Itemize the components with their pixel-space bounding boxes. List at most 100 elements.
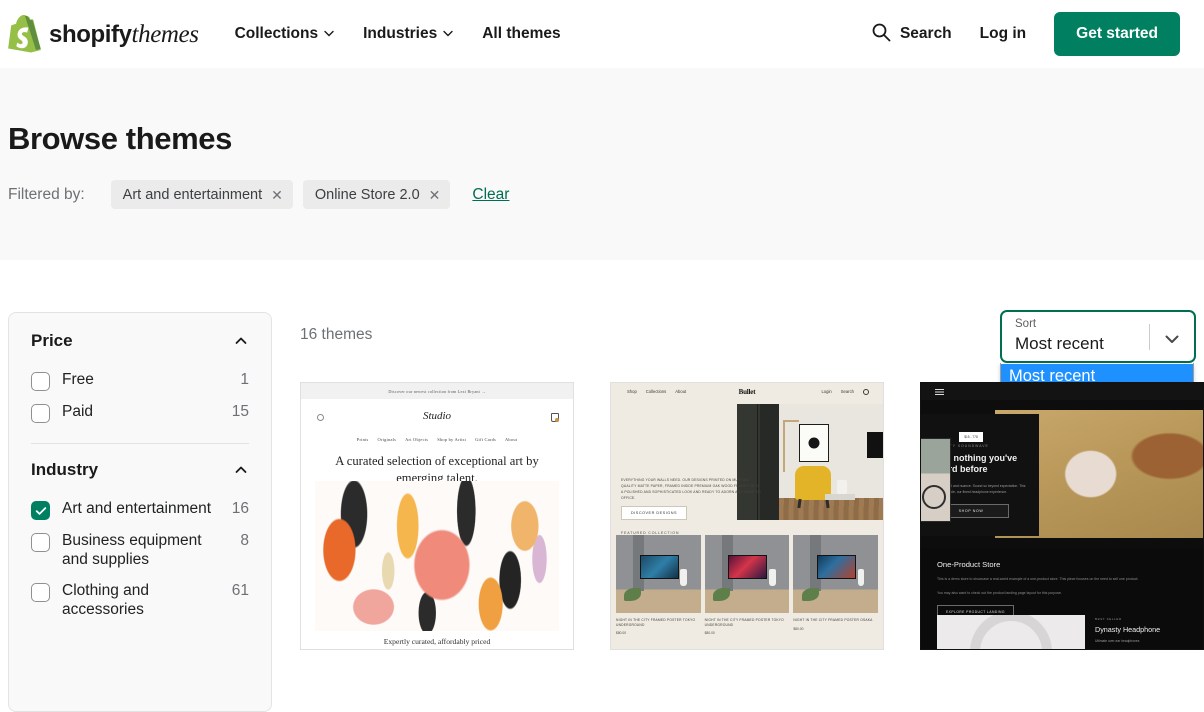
nav-label: All themes [482,25,561,42]
theme-card-art-gallery[interactable]: Discover our newest collection from Lexi… [300,382,574,650]
preview-product-image [937,615,1085,649]
results-count: 16 themes [300,326,373,343]
preview-side-table [825,494,855,500]
preview-logo: Bullet [738,387,756,396]
checkbox-business-equipment-and-supplies[interactable] [31,533,50,552]
checkbox-art-and-entertainment[interactable] [31,501,50,520]
preview-wall-frame [799,424,829,462]
filter-chip-online-store-2-0[interactable]: Online Store 2.0 ✕ [302,180,451,209]
preview-floor [779,498,883,520]
preview-poster [728,555,768,579]
checkbox-free[interactable] [31,372,50,391]
preview-nav-item: Shop by Artist [437,437,467,442]
preview-product-name: Dynasty Headphone [1095,625,1161,634]
filters-sidebar: Price Free 1 Paid 15 Industry Art and en… [8,312,272,712]
preview-door [737,404,779,520]
facet-option-free[interactable]: Free 1 [31,365,249,397]
preview-door-line [757,404,758,520]
chip-label: Art and entertainment [122,186,263,203]
facet-option-business-equipment-and-supplies[interactable]: Business equipment and supplies 8 [31,526,249,576]
preview-vase [857,569,865,587]
preview-body-copy: EVERYTHING YOUR WALLS NEED. OUR DESIGNS … [621,478,761,500]
sort-select[interactable]: Sort Most recent [1000,310,1196,363]
chevron-down-icon[interactable] [1162,329,1182,349]
preview-search-icon [317,414,324,421]
preview-cta-button: DISCOVER DESIGNS [621,506,687,520]
checkbox-paid[interactable] [31,404,50,423]
preview-header [921,383,1203,400]
nav-item-all-themes[interactable]: All themes [482,25,560,43]
preview-product-info: BEST SELLER Dynasty Headphone Ultimate o… [1095,615,1161,649]
preview-room-photo [737,404,883,520]
nav-item-industries[interactable]: Industries [363,25,453,43]
preview-nav-item: Art Objects [405,437,429,442]
preview-lamp-head [783,420,799,422]
preview-cart-icon [551,413,559,422]
facet-option-paid[interactable]: Paid 15 [31,397,249,429]
preview-nav-item: Shop [627,389,637,394]
preview-section: One-Product Store This is a demo store t… [921,548,1203,620]
nav-label: Collections [234,25,319,42]
preview-nav-item: Prints [356,437,369,442]
clear-filters-link[interactable]: Clear [472,186,509,204]
preview-poster [639,555,679,579]
preview-nav-item: Originals [377,437,397,442]
chevron-up-icon[interactable] [233,462,249,478]
preview-nav: Prints Originals Art Objects Shop by Art… [301,437,573,442]
search-button[interactable]: Search [871,22,952,47]
preview-section-body: You may also want to check out the produ… [937,590,1062,595]
preview-plant-vase [837,480,847,494]
theme-preview-image: Shop Collections About Bullet Login Sear… [611,383,883,649]
chevron-down-icon [324,30,334,39]
brand-logo-link[interactable]: shopifythemes [8,14,199,53]
facet-option-clothing-and-accessories[interactable]: Clothing and accessories 61 [31,576,249,626]
filter-chip-art-and-entertainment[interactable]: Art and entertainment ✕ [110,180,293,209]
get-started-button[interactable]: Get started [1054,12,1180,56]
facet-list-industry: Art and entertainment 16 Business equipm… [31,494,249,626]
facet-option-count: 8 [240,532,249,549]
close-icon[interactable]: ✕ [271,188,283,202]
preview-nav-left: Shop Collections About [627,389,686,394]
preview-product-title: NIGHT IN THE CITY FRAMED POSTER TOKYO UN… [616,618,696,627]
nav-item-collections[interactable]: Collections [235,25,334,43]
facet-option-art-and-entertainment[interactable]: Art and entertainment 16 [31,494,249,526]
facet-title: Price [31,331,73,350]
theme-grid: Discover our newest collection from Lexi… [300,382,1204,662]
login-label: Log in [979,25,1027,42]
facet-option-count: 61 [231,581,249,599]
preview-product-price: $80.00 [704,631,715,636]
facet-option-label: Paid [62,403,94,420]
preview-announcement-bar: Discover our newest collection from Lexi… [301,383,573,399]
hamburger-menu-icon [935,389,944,395]
checkbox-clothing-and-accessories[interactable] [31,582,50,602]
chevron-down-icon [443,30,453,39]
theme-card-headphones[interactable]: DYNASTY SOUNDWAVE Like nothing you've he… [920,382,1204,650]
preview-product-sub: Ultimate over-ear headphones [1095,639,1140,643]
theme-card-poster-shop[interactable]: Shop Collections About Bullet Login Sear… [610,382,884,650]
active-filters: Filtered by: Art and entertainment ✕ Onl… [8,180,509,209]
preview-product-grid: NIGHT IN THE CITY FRAMED POSTER TOKYO UN… [616,535,879,636]
preview-header: Shop Collections About Bullet Login Sear… [611,383,883,400]
preview-footer-text: Expertly curated, affordably priced [383,637,491,646]
chevron-up-icon[interactable] [233,333,249,349]
preview-nav-item: About [675,389,687,394]
preview-section-title: One-Product Store [937,560,1001,569]
preview-nav-item: Collections [645,389,667,394]
preview-cart-icon [863,388,869,395]
facet-header-price[interactable]: Price [31,331,249,353]
login-link[interactable]: Log in [980,25,1027,43]
preview-product-cell: NIGHT IN THE CITY FRAMED POSTER TOKYO UN… [616,535,701,635]
facet-header-industry[interactable]: Industry [31,460,249,482]
facet-option-count: 1 [240,371,249,388]
preview-nav-item: Search [840,389,854,394]
preview-lamp-stand [783,420,785,472]
preview-product-title: NIGHT IN THE CITY FRAMED POSTER TOKYO UN… [704,618,784,627]
brand-wordmark: shopifythemes [49,20,199,48]
theme-preview-image: Discover our newest collection from Lexi… [301,383,573,649]
preview-logo: Studio [422,410,452,422]
close-icon[interactable]: ✕ [429,188,441,202]
header-actions: Search Log in Get started [871,12,1180,56]
search-icon [871,22,891,47]
facet-option-label: Business equipment and supplies [62,532,202,568]
main-nav: Collections Industries All themes [235,25,561,43]
